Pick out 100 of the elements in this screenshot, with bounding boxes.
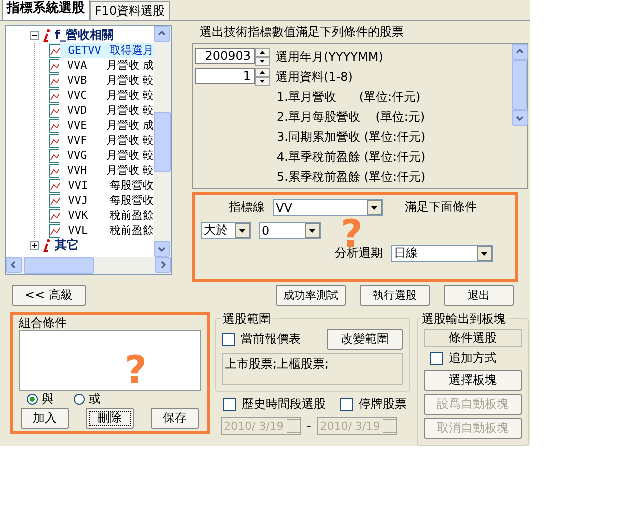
- scrollbar[interactable]: [6, 257, 171, 274]
- tree-item[interactable]: VVH 月營收 較: [49, 163, 154, 178]
- action-button[interactable]: 加入: [21, 408, 69, 429]
- chart-icon: [49, 104, 60, 118]
- spin-up-button[interactable]: [255, 68, 270, 77]
- tree-item[interactable]: VVA 月營收 成: [49, 58, 154, 73]
- checkbox-label: 當前報價表: [241, 331, 301, 348]
- tree-item[interactable]: VVJ 每股營收: [49, 193, 154, 208]
- dropdown-arrow-icon: [481, 252, 488, 256]
- number-field[interactable]: 200903: [195, 48, 255, 64]
- chart-icon: [49, 148, 60, 162]
- dropdown-arrow-icon: [371, 206, 378, 210]
- tab[interactable]: F10資料選股: [90, 1, 170, 20]
- checkbox[interactable]: [340, 398, 353, 411]
- dropdown[interactable]: VV: [273, 199, 383, 216]
- chart-icon: [49, 178, 60, 192]
- checkbox[interactable]: [222, 333, 235, 346]
- scope-text: 上市股票;上櫃股票;: [222, 353, 403, 385]
- dropdown-arrow-icon: [239, 228, 246, 232]
- tree-item[interactable]: VVK 稅前盈餘: [49, 208, 154, 223]
- radio-label: 與: [42, 390, 54, 408]
- group-title: 組合條件: [19, 317, 68, 330]
- triangle-up-icon: [260, 51, 265, 54]
- chart-icon: [49, 44, 60, 58]
- info-icon: [43, 239, 51, 252]
- scroll-thumb[interactable]: [512, 60, 527, 110]
- dropdown-arrow-icon: [309, 228, 316, 232]
- tree-item[interactable]: VVC 月營收 較: [49, 88, 154, 103]
- field-label: 選用資料(1-8): [276, 68, 353, 86]
- tree-item[interactable]: VVG 月營收 較: [49, 148, 154, 163]
- action-button[interactable]: 保存: [151, 408, 199, 429]
- scroll-thumb[interactable]: [24, 257, 94, 274]
- chart-icon: [49, 194, 60, 208]
- dropdown[interactable]: 0: [259, 222, 321, 239]
- scroll-down-button[interactable]: [512, 110, 528, 126]
- chart-icon: [49, 74, 60, 88]
- scroll-up-button[interactable]: [154, 26, 170, 42]
- tree-item[interactable]: VVF 月營收 較: [49, 133, 154, 148]
- chart-icon: [49, 118, 60, 132]
- dropdown[interactable]: 日線: [391, 245, 493, 262]
- block-button[interactable]: 選擇板塊: [424, 370, 522, 391]
- scroll-thumb[interactable]: [154, 112, 171, 172]
- expand-icon[interactable]: [30, 241, 39, 250]
- tab[interactable]: 指標系統選股: [2, 0, 90, 20]
- info-icon: [43, 29, 51, 42]
- option-text: 4.單季稅前盈餘 (單位:仟元): [276, 149, 427, 166]
- group-title: 選股範圍: [221, 311, 273, 328]
- tree-group[interactable]: 其它: [55, 237, 79, 254]
- chart-icon: [49, 224, 60, 238]
- chart-icon: [49, 134, 60, 148]
- option-text: 5.累季稅前盈餘 (單位:仟元): [276, 169, 427, 186]
- spin-down-button[interactable]: [255, 77, 270, 86]
- option-text: 2.單月每股營收 (單位:元): [276, 109, 426, 126]
- action-button[interactable]: 刪除: [86, 408, 134, 429]
- dropdown[interactable]: 大於: [201, 222, 251, 239]
- scroll-left-button[interactable]: [6, 257, 22, 273]
- block-name: 條件選股: [424, 329, 522, 347]
- period-label: 分析週期: [335, 246, 383, 262]
- option-text: 1.單月營收 (單位:仟元): [276, 89, 422, 106]
- spin-down-button[interactable]: [255, 57, 270, 66]
- number-field[interactable]: 1: [195, 68, 255, 84]
- condition-label: 滿足下面條件: [405, 199, 477, 216]
- checkbox[interactable]: [223, 398, 236, 411]
- triangle-down-icon: [260, 60, 265, 63]
- chart-icon: [49, 208, 60, 222]
- collapse-icon[interactable]: [30, 31, 39, 40]
- checkbox-label: 追加方式: [449, 350, 497, 367]
- scrollbar[interactable]: [154, 26, 171, 257]
- tree-item[interactable]: VVL 稅前盈餘: [49, 223, 154, 238]
- checkbox[interactable]: [430, 352, 443, 365]
- triangle-down-icon: [260, 80, 265, 83]
- tree-item[interactable]: VVD 月營收 較: [49, 103, 154, 118]
- action-button[interactable]: 執行選股: [360, 284, 430, 306]
- tree-item[interactable]: GETVV 取得選月: [49, 43, 154, 58]
- question-mark: ?: [125, 351, 148, 389]
- action-button[interactable]: 退出: [444, 284, 514, 306]
- spin-up-button[interactable]: [255, 48, 270, 57]
- radio-button[interactable]: [27, 394, 38, 405]
- tree-item[interactable]: VVI 每股營收: [49, 178, 154, 193]
- radio-button[interactable]: [74, 394, 85, 405]
- option-text: 3.同期累加營收 (單位:仟元): [276, 129, 427, 146]
- chart-icon: [49, 164, 60, 178]
- scroll-right-button[interactable]: [155, 257, 171, 273]
- tree-item[interactable]: VVE 月營收 成: [49, 118, 154, 133]
- date-separator: -: [307, 419, 312, 433]
- scroll-down-button[interactable]: [154, 241, 170, 257]
- radio-label: 或: [89, 390, 101, 408]
- advanced-button[interactable]: << 高級: [12, 284, 86, 306]
- indicator-label: 指標線: [229, 199, 265, 216]
- change-range-button[interactable]: 改變範圍: [327, 329, 403, 350]
- tree-group[interactable]: f_營收相關: [55, 27, 114, 44]
- scroll-up-button[interactable]: [512, 44, 528, 60]
- checkbox-label: 停牌股票: [359, 396, 407, 413]
- checkbox-label: 歷史時間段選股: [242, 396, 326, 413]
- tree-item[interactable]: VVB 月營收 較: [49, 73, 154, 88]
- triangle-up-icon: [260, 71, 265, 74]
- action-button[interactable]: 成功率測試: [276, 284, 346, 306]
- field-label: 選用年月(YYYYMM): [276, 48, 384, 66]
- criteria-heading: 選出技術指標數值滿足下列條件的股票: [199, 24, 405, 41]
- scrollbar[interactable]: [512, 44, 527, 126]
